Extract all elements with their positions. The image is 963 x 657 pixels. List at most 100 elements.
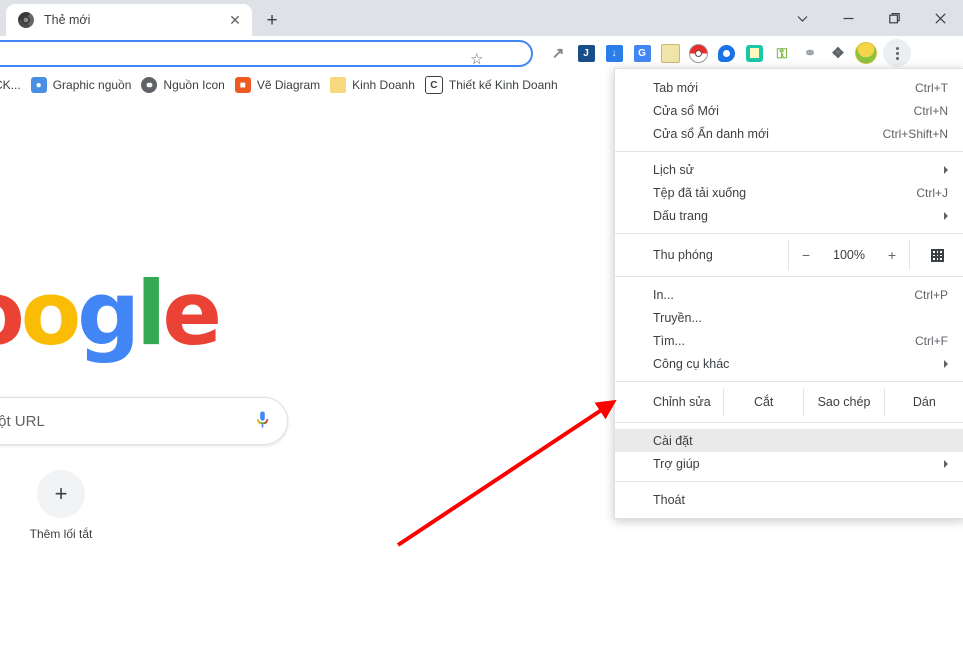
menu-edit-row: Chỉnh sửa Cắt Sao chép Dán bbox=[615, 388, 963, 416]
menu-item-new-window[interactable]: Cửa sổ Mới Ctrl+N bbox=[615, 99, 963, 122]
menu-item-label: Tệp đã tải xuống bbox=[653, 186, 916, 200]
zoom-label: Thu phóng bbox=[615, 240, 788, 270]
menu-item-label: Cửa sổ Mới bbox=[653, 104, 914, 118]
notes-extension-icon[interactable] bbox=[656, 36, 684, 70]
menu-item-settings[interactable]: Cài đặt bbox=[615, 429, 963, 452]
cut-button[interactable]: Cắt bbox=[723, 388, 803, 416]
pokeball-extension-icon[interactable] bbox=[684, 36, 712, 70]
logo-letter: e bbox=[162, 262, 218, 365]
fullscreen-button[interactable] bbox=[909, 240, 963, 270]
microphone-icon[interactable] bbox=[256, 411, 267, 428]
menu-separator bbox=[615, 151, 963, 152]
chrome-menu-button[interactable] bbox=[883, 39, 911, 67]
copy-button[interactable]: Sao chép bbox=[803, 388, 883, 416]
menu-separator bbox=[615, 276, 963, 277]
bookmark-label: Graphic nguồn bbox=[53, 78, 132, 92]
tab-title: Thẻ mới bbox=[44, 13, 90, 27]
address-bar[interactable]: ☆ bbox=[0, 40, 533, 67]
menu-item-shortcut: Ctrl+P bbox=[914, 288, 948, 302]
robot-icon: ● bbox=[31, 77, 47, 93]
menu-item-label: Trợ giúp bbox=[653, 457, 944, 471]
chrome-main-menu: Tab mới Ctrl+T Cửa sổ Mới Ctrl+N Cửa sổ … bbox=[614, 68, 963, 519]
submenu-arrow-icon bbox=[944, 166, 948, 174]
bookmark-label: Thiết kế Kinh Doanh bbox=[449, 78, 558, 92]
logo-letter: o bbox=[21, 262, 77, 365]
menu-item-label: Thoát bbox=[653, 493, 948, 507]
folder-icon bbox=[330, 77, 346, 93]
analytics-extension-icon[interactable]: ↗ bbox=[544, 36, 572, 70]
menu-item-shortcut: Ctrl+Shift+N bbox=[883, 127, 948, 141]
bookmark-item[interactable]: C Thiết kế Kinh Doanh bbox=[425, 76, 558, 94]
zoom-out-button[interactable]: − bbox=[789, 247, 823, 263]
tab-search-button[interactable] bbox=[779, 0, 825, 36]
menu-item-cast[interactable]: Truyền... bbox=[615, 306, 963, 329]
menu-item-bookmarks[interactable]: Dấu trang bbox=[615, 204, 963, 227]
edit-label: Chỉnh sửa bbox=[615, 388, 723, 416]
menu-separator bbox=[615, 422, 963, 423]
menu-item-downloads[interactable]: Tệp đã tải xuống Ctrl+J bbox=[615, 181, 963, 204]
zoom-in-button[interactable]: + bbox=[875, 247, 909, 263]
menu-item-new-incognito-window[interactable]: Cửa sổ Ẩn danh mới Ctrl+Shift+N bbox=[615, 122, 963, 145]
menu-item-new-tab[interactable]: Tab mới Ctrl+T bbox=[615, 76, 963, 99]
bookmark-label: Nguồn Icon bbox=[163, 78, 224, 92]
menu-item-label: Công cụ khác bbox=[653, 357, 944, 371]
logo-letter: o bbox=[0, 262, 21, 365]
close-button[interactable] bbox=[917, 0, 963, 36]
menu-item-print[interactable]: In... Ctrl+P bbox=[615, 283, 963, 306]
logo-letter: l bbox=[136, 262, 162, 365]
tab-strip: Thẻ mới ✕ + bbox=[0, 0, 963, 36]
extension-toolbar: ↗ J ↓ G ⚿ ⚭ ❖ bbox=[544, 36, 911, 70]
menu-item-shortcut: Ctrl+F bbox=[915, 334, 948, 348]
profile-avatar[interactable] bbox=[852, 36, 880, 70]
menu-item-exit[interactable]: Thoát bbox=[615, 488, 963, 511]
bookmark-item[interactable]: Kinh Doanh bbox=[330, 77, 415, 93]
menu-item-label: Cài đặt bbox=[653, 434, 948, 448]
menu-item-label: Cửa sổ Ẩn danh mới bbox=[653, 127, 883, 141]
browser-tab[interactable]: Thẻ mới ✕ bbox=[6, 4, 252, 36]
bookmark-item[interactable]: ● Graphic nguồn bbox=[31, 77, 132, 93]
zoom-level-value: 100% bbox=[823, 248, 875, 262]
maximize-button[interactable] bbox=[871, 0, 917, 36]
menu-item-label: In... bbox=[653, 288, 914, 302]
bookmark-item[interactable]: ■ Vẽ Diagram bbox=[235, 77, 320, 93]
bookmark-label: ACK... bbox=[0, 78, 21, 92]
window-controls bbox=[779, 0, 963, 36]
chrome-favicon-icon bbox=[18, 12, 34, 28]
menu-item-label: Tìm... bbox=[653, 334, 915, 348]
search-input[interactable]: Tìm kiếm trên Google hoặc nhập một URL bbox=[0, 397, 288, 445]
bookmark-item[interactable]: ACK... bbox=[0, 78, 21, 92]
jdownloader-extension-icon[interactable]: J bbox=[572, 36, 600, 70]
paste-button[interactable]: Dán bbox=[884, 388, 963, 416]
globe-icon: ⚭ bbox=[141, 77, 157, 93]
tab-close-icon[interactable]: ✕ bbox=[227, 12, 243, 28]
key-extension-icon[interactable]: ⚿ bbox=[768, 36, 796, 70]
menu-item-history[interactable]: Lịch sử bbox=[615, 158, 963, 181]
plus-icon: + bbox=[37, 470, 85, 518]
puzzle-extensions-icon[interactable]: ❖ bbox=[824, 36, 852, 70]
bookmark-star-icon[interactable]: ☆ bbox=[470, 52, 483, 67]
bookmark-label: Kinh Doanh bbox=[352, 78, 415, 92]
menu-separator bbox=[615, 233, 963, 234]
browser-window: Thẻ mới ✕ + ☆ ↗ J ↓ G bbox=[0, 0, 963, 657]
menu-item-find[interactable]: Tìm... Ctrl+F bbox=[615, 329, 963, 352]
add-shortcut-label: Thêm lối tắt bbox=[20, 527, 102, 541]
minimize-button[interactable] bbox=[825, 0, 871, 36]
menu-separator bbox=[615, 481, 963, 482]
search-placeholder: Tìm kiếm trên Google hoặc nhập một URL bbox=[0, 413, 45, 430]
menu-zoom-row: Thu phóng − 100% + bbox=[615, 240, 963, 270]
bookmark-item[interactable]: ⚭ Nguồn Icon bbox=[141, 77, 224, 93]
google-translate-extension-icon[interactable]: G bbox=[628, 36, 656, 70]
logo-letter: g bbox=[77, 262, 136, 365]
download-manager-extension-icon[interactable]: ↓ bbox=[600, 36, 628, 70]
menu-item-help[interactable]: Trợ giúp bbox=[615, 452, 963, 475]
menu-item-more-tools[interactable]: Công cụ khác bbox=[615, 352, 963, 375]
submenu-arrow-icon bbox=[944, 460, 948, 468]
add-shortcut-tile[interactable]: + Thêm lối tắt bbox=[20, 470, 102, 541]
new-tab-button[interactable]: + bbox=[258, 6, 286, 34]
menu-item-label: Lịch sử bbox=[653, 163, 944, 177]
menu-item-shortcut: Ctrl+J bbox=[916, 186, 948, 200]
bookmark-label: Vẽ Diagram bbox=[257, 78, 320, 92]
location-extension-icon[interactable] bbox=[712, 36, 740, 70]
clipboard-extension-icon[interactable] bbox=[740, 36, 768, 70]
globe-extension-icon[interactable]: ⚭ bbox=[796, 36, 824, 70]
